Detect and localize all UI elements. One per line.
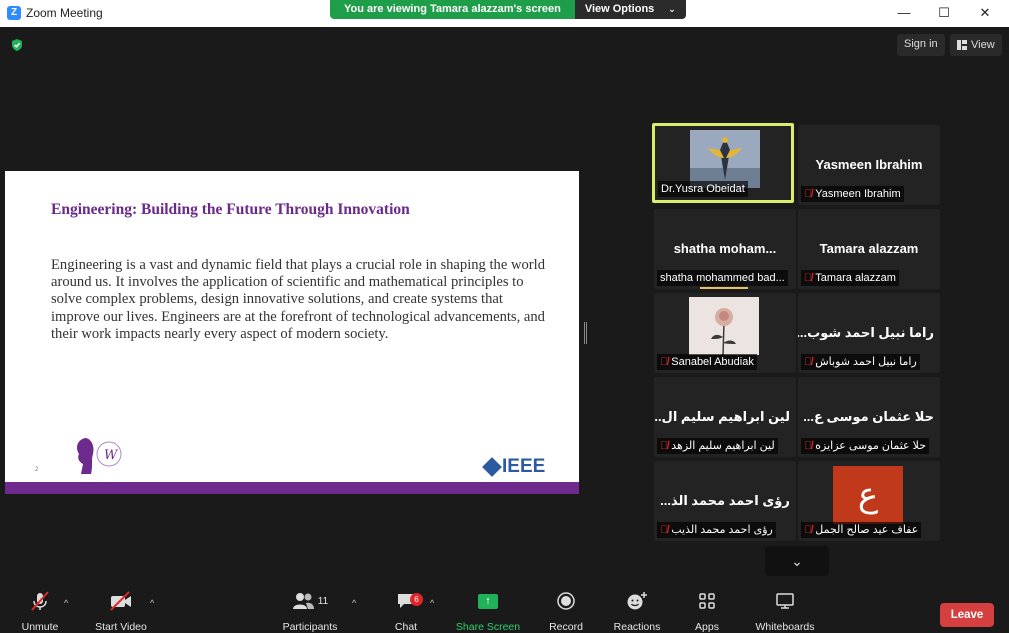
avatar — [689, 297, 759, 355]
ieee-logo: IEEE — [482, 456, 546, 478]
speaking-indicator — [700, 287, 748, 289]
whiteboards-button[interactable]: Whiteboards — [752, 590, 818, 633]
view-button[interactable]: View — [950, 34, 1002, 56]
apps-button[interactable]: Apps — [690, 590, 724, 633]
slide-body-text: Engineering is a vast and dynamic field … — [51, 257, 546, 342]
share-screen-icon: ↑ — [478, 593, 498, 609]
participant-name-label: 🎙̸ راما نبيل احمد شوباش — [801, 354, 920, 370]
participant-display-name: حلا عثمان موسى ع... — [803, 409, 934, 424]
avatar — [690, 130, 760, 188]
participants-icon — [292, 593, 314, 609]
chat-unread-badge: 6 — [410, 593, 423, 606]
share-screen-button[interactable]: ↑ Share Screen — [455, 590, 521, 633]
participant-name-label: shatha mohammed bad... — [657, 270, 788, 286]
participant-tile[interactable]: رؤى احمد محمد الذ... 🎙̸ رؤى احمد محمد ال… — [654, 461, 796, 541]
video-off-icon — [110, 591, 131, 611]
zoom-logo-icon: Z — [7, 6, 21, 20]
participant-name-label: 🎙̸ رؤى احمد محمد الذيب — [657, 522, 776, 538]
participant-tile[interactable]: ع 🎙̸ عفاف عيد صالح الجمل — [798, 461, 940, 541]
ieee-diamond-icon — [482, 457, 502, 477]
screen-share-banner: You are viewing Tamara alazzam's screen … — [330, 0, 686, 19]
slide-footer-band — [5, 482, 579, 494]
participant-name-label: Dr.Yusra Obeidat — [658, 181, 748, 197]
participant-tile[interactable]: 🎙̸ Sanabel Abudiak — [654, 293, 796, 373]
women-in-engineering-logo-icon: W — [77, 438, 122, 474]
reactions-button[interactable]: Reactions — [611, 590, 663, 633]
slide-page-number: 2 — [35, 467, 39, 473]
mic-muted-icon: 🎙̸ — [804, 188, 813, 200]
participant-name-label: 🎙̸ عفاف عيد صالح الجمل — [801, 522, 922, 538]
shared-screen-slide: Engineering: Building the Future Through… — [5, 171, 579, 494]
participant-display-name: رؤى احمد محمد الذ... — [660, 493, 790, 508]
maximize-button[interactable]: ☐ — [927, 3, 961, 23]
mic-muted-icon: 🎙̸ — [660, 524, 669, 536]
whiteboard-icon — [776, 593, 794, 609]
minimize-button[interactable]: — — [887, 3, 921, 23]
smiley-plus-icon — [627, 592, 647, 610]
apps-icon — [699, 593, 715, 609]
participant-tile[interactable]: حلا عثمان موسى ع... 🎙̸ حلا عثمان موسى عز… — [798, 377, 940, 457]
viewing-screen-text: You are viewing Tamara alazzam's screen — [330, 0, 575, 19]
record-icon — [557, 592, 575, 610]
view-options-label: View Options — [584, 3, 655, 15]
window-title: Zoom Meeting — [26, 6, 103, 20]
mic-muted-icon: 🎙̸ — [804, 356, 813, 368]
scroll-gallery-down-button[interactable]: ⌄ — [765, 546, 829, 576]
participant-tile[interactable]: Yasmeen Ibrahim 🎙̸ Yasmeen Ibrahim — [798, 125, 940, 205]
mic-muted-icon: 🎙̸ — [804, 524, 813, 536]
sign-in-button[interactable]: Sign in — [897, 34, 945, 56]
chevron-down-icon: ⌄ — [668, 4, 676, 14]
participant-tile[interactable]: راما نبيل احمد شوب... 🎙̸ راما نبيل احمد … — [798, 293, 940, 373]
participant-name-label: 🎙̸ Sanabel Abudiak — [657, 354, 757, 370]
grid-icon — [957, 40, 967, 50]
view-label: View — [971, 39, 995, 51]
participant-tile[interactable]: لين ابراهيم سليم ال... 🎙̸ لين ابراهيم سل… — [654, 377, 796, 457]
chat-options-caret[interactable]: ^ — [430, 598, 434, 608]
audio-options-caret[interactable]: ^ — [64, 598, 68, 608]
participants-button[interactable]: 11 Participants — [280, 590, 340, 633]
view-options-button[interactable]: View Options ⌄ — [574, 0, 686, 19]
microphone-muted-icon — [31, 591, 49, 611]
participants-count: 11 — [317, 595, 329, 607]
participant-name-label: 🎙̸ Tamara alazzam — [801, 270, 899, 286]
meeting-toolbar: Unmute ^ Start Video ^ 11 Participants ^ — [0, 590, 1009, 633]
record-button[interactable]: Record — [546, 590, 586, 633]
participants-options-caret[interactable]: ^ — [352, 598, 356, 608]
participant-display-name: راما نبيل احمد شوب... — [798, 325, 934, 340]
close-window-button[interactable]: ✕ — [968, 3, 1002, 23]
mic-muted-icon: 🎙̸ — [660, 356, 669, 368]
participant-name-label: 🎙̸ لين ابراهيم سليم الزهد — [657, 438, 778, 454]
panel-resize-handle[interactable] — [584, 322, 587, 344]
participant-tile[interactable]: Dr.Yusra Obeidat — [652, 123, 794, 203]
participant-display-name: shatha moham... — [673, 241, 777, 256]
participant-display-name: Yasmeen Ibrahim — [815, 157, 923, 172]
participant-tile[interactable]: Tamara alazzam 🎙̸ Tamara alazzam — [798, 209, 940, 289]
mic-muted-icon: 🎙̸ — [660, 440, 669, 452]
chevron-down-icon: ⌄ — [791, 553, 803, 569]
ieee-logo-text: IEEE — [502, 456, 546, 477]
shield-check-icon[interactable] — [10, 38, 24, 52]
svg-text:W: W — [104, 448, 119, 463]
participant-display-name: لين ابراهيم سليم ال... — [654, 409, 790, 424]
unmute-button[interactable]: Unmute — [18, 590, 62, 633]
participant-display-name: Tamara alazzam — [819, 241, 919, 256]
video-options-caret[interactable]: ^ — [150, 598, 154, 608]
avatar: ع — [833, 466, 903, 524]
participant-name-label: 🎙̸ Yasmeen Ibrahim — [801, 186, 904, 202]
participant-name-label: 🎙̸ حلا عثمان موسى عزايزه — [801, 438, 929, 454]
mic-muted-icon: 🎙̸ — [804, 440, 813, 452]
participant-tile[interactable]: shatha moham... shatha mohammed bad... — [654, 209, 796, 289]
start-video-button[interactable]: Start Video — [93, 590, 149, 633]
slide-title: Engineering: Building the Future Through… — [51, 201, 410, 218]
mic-muted-icon: 🎙̸ — [804, 272, 813, 284]
leave-meeting-button[interactable]: Leave — [940, 603, 994, 627]
